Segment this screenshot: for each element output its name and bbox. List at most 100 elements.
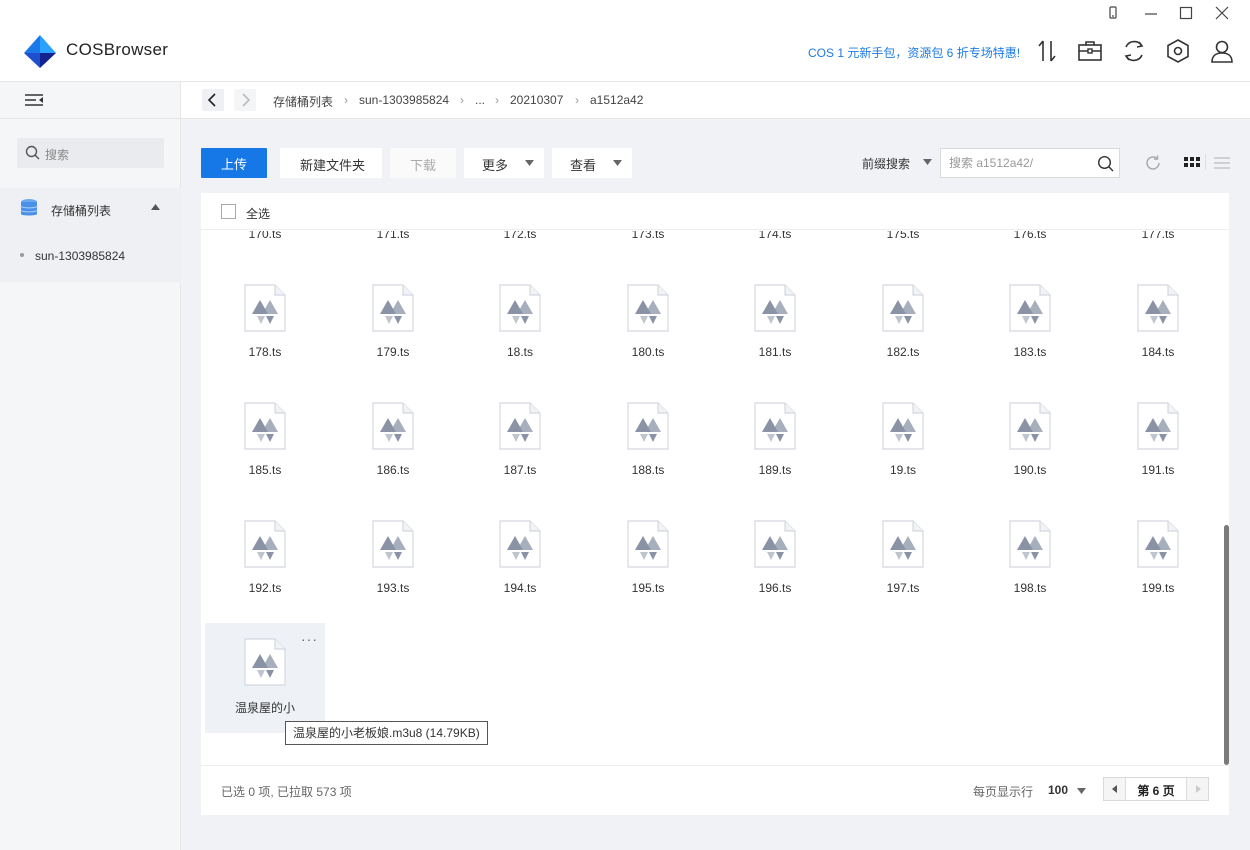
transfer-icon[interactable] bbox=[1034, 38, 1060, 64]
sidebar-item-bucket[interactable]: sun-1303985824 bbox=[0, 228, 181, 282]
file-item[interactable]: 19.ts bbox=[843, 387, 963, 497]
file-item[interactable]: 186.ts bbox=[333, 387, 453, 497]
file-item[interactable]: 190.ts bbox=[970, 387, 1090, 497]
file-item[interactable]: 171.ts bbox=[333, 231, 453, 261]
sync-icon[interactable] bbox=[1121, 38, 1147, 64]
new-folder-button[interactable]: 新建文件夹 bbox=[280, 148, 382, 178]
caret-down-icon[interactable] bbox=[923, 159, 932, 165]
forward-button[interactable] bbox=[234, 89, 256, 111]
prefix-search-select[interactable]: 前缀搜索 bbox=[862, 155, 910, 172]
download-button[interactable]: 下载 bbox=[390, 148, 456, 178]
file-item[interactable]: 187.ts bbox=[460, 387, 580, 497]
mobile-icon[interactable] bbox=[1105, 5, 1121, 21]
more-options-icon[interactable]: ··· bbox=[301, 631, 318, 647]
search-icon[interactable] bbox=[1097, 155, 1114, 172]
close-icon[interactable] bbox=[1214, 5, 1230, 21]
file-name: 182.ts bbox=[886, 345, 920, 359]
sidebar-search[interactable]: 搜索 bbox=[17, 138, 164, 168]
next-page-button[interactable] bbox=[1186, 778, 1208, 800]
caret-right-icon bbox=[1196, 785, 1201, 793]
back-button[interactable] bbox=[202, 89, 224, 111]
file-search bbox=[940, 148, 1120, 178]
breadcrumb-item[interactable]: a1512a42 bbox=[590, 93, 643, 107]
file-item[interactable]: 196.ts bbox=[715, 505, 835, 615]
caret-down-icon[interactable] bbox=[1077, 788, 1086, 794]
breadcrumb-item[interactable]: 存储桶列表 bbox=[273, 93, 333, 110]
sidebar-collapse-icon[interactable] bbox=[24, 92, 44, 108]
per-page-select[interactable]: 100 bbox=[1048, 783, 1068, 797]
view-dropdown[interactable]: 查看 bbox=[552, 148, 632, 178]
file-icon bbox=[882, 520, 924, 568]
file-name: 170.ts bbox=[248, 231, 282, 241]
select-all-checkbox[interactable] bbox=[221, 204, 236, 219]
file-icon bbox=[882, 284, 924, 332]
file-item[interactable]: 181.ts bbox=[715, 269, 835, 379]
file-search-input[interactable] bbox=[941, 149, 1091, 177]
promo-link[interactable]: COS 1 元新手包，资源包 6 折专场特惠! bbox=[808, 44, 1020, 61]
file-item[interactable]: 195.ts bbox=[588, 505, 708, 615]
file-item[interactable]: 179.ts bbox=[333, 269, 453, 379]
file-item[interactable]: 182.ts bbox=[843, 269, 963, 379]
caret-up-icon[interactable] bbox=[151, 204, 160, 210]
more-dropdown[interactable]: 更多 bbox=[464, 148, 544, 178]
bucket-name: sun-1303985824 bbox=[35, 249, 126, 263]
refresh-icon[interactable] bbox=[1144, 154, 1162, 172]
chevron-left-icon bbox=[207, 93, 216, 107]
file-item[interactable]: 199.ts bbox=[1098, 505, 1218, 615]
file-item[interactable]: 191.ts bbox=[1098, 387, 1218, 497]
scrollbar-thumb[interactable] bbox=[1224, 525, 1229, 765]
breadcrumb-item[interactable]: 20210307 bbox=[510, 93, 563, 107]
file-item[interactable]: 188.ts bbox=[588, 387, 708, 497]
pager: 第 6 页 bbox=[1103, 777, 1209, 801]
user-icon[interactable] bbox=[1209, 38, 1235, 64]
caret-left-icon bbox=[1112, 785, 1117, 793]
file-name: 180.ts bbox=[631, 345, 665, 359]
sidebar-item-bucket-list[interactable]: 存储桶列表 bbox=[0, 188, 181, 228]
grid-view-icon[interactable] bbox=[1184, 156, 1200, 170]
sidebar: 搜索 存储桶列表 sun-1303985824 bbox=[0, 82, 181, 850]
maximize-icon[interactable] bbox=[1178, 5, 1194, 21]
file-name: 179.ts bbox=[376, 345, 410, 359]
file-grid: 170.ts 171.ts 172.ts 173.ts 174.ts 175.ts 176.… bbox=[201, 231, 1229, 765]
toolbox-icon[interactable] bbox=[1077, 38, 1103, 64]
search-icon bbox=[25, 145, 40, 160]
file-item[interactable]: 170.ts bbox=[205, 231, 325, 261]
file-item[interactable]: 193.ts bbox=[333, 505, 453, 615]
file-item[interactable]: 194.ts bbox=[460, 505, 580, 615]
file-item[interactable]: 177.ts bbox=[1098, 231, 1218, 261]
file-item[interactable]: 176.ts bbox=[970, 231, 1090, 261]
file-item[interactable]: 175.ts bbox=[843, 231, 963, 261]
scrollbar[interactable] bbox=[1224, 231, 1229, 765]
file-item[interactable]: 189.ts bbox=[715, 387, 835, 497]
file-item[interactable]: 173.ts bbox=[588, 231, 708, 261]
selection-status: 已选 0 项, 已拉取 573 项 bbox=[221, 785, 352, 799]
breadcrumb-item[interactable]: ... bbox=[475, 93, 485, 107]
file-item[interactable]: 178.ts bbox=[205, 269, 325, 379]
file-icon bbox=[499, 284, 541, 332]
file-item[interactable]: 180.ts bbox=[588, 269, 708, 379]
select-all-label[interactable]: 全选 bbox=[246, 205, 270, 222]
file-item[interactable]: 184.ts bbox=[1098, 269, 1218, 379]
file-item[interactable]: 183.ts bbox=[970, 269, 1090, 379]
settings-icon[interactable] bbox=[1165, 38, 1191, 64]
file-item[interactable]: 192.ts bbox=[205, 505, 325, 615]
minimize-icon[interactable] bbox=[1143, 5, 1159, 21]
file-item[interactable]: 198.ts bbox=[970, 505, 1090, 615]
upload-button[interactable]: 上传 bbox=[201, 148, 267, 178]
file-name: 192.ts bbox=[248, 581, 282, 595]
file-item[interactable]: 温泉屋的小 ··· bbox=[205, 623, 325, 733]
list-view-icon[interactable] bbox=[1214, 156, 1230, 170]
file-icon bbox=[244, 402, 286, 450]
file-name: 171.ts bbox=[376, 231, 410, 241]
file-item[interactable]: 174.ts bbox=[715, 231, 835, 261]
file-item[interactable]: 172.ts bbox=[460, 231, 580, 261]
file-item[interactable]: 18.ts bbox=[460, 269, 580, 379]
file-name: 198.ts bbox=[1013, 581, 1047, 595]
file-icon bbox=[372, 284, 414, 332]
file-item[interactable]: 185.ts bbox=[205, 387, 325, 497]
file-icon bbox=[1137, 284, 1179, 332]
breadcrumb-item[interactable]: sun-1303985824 bbox=[359, 93, 449, 107]
file-icon bbox=[372, 402, 414, 450]
file-item[interactable]: 197.ts bbox=[843, 505, 963, 615]
prev-page-button[interactable] bbox=[1104, 778, 1126, 800]
